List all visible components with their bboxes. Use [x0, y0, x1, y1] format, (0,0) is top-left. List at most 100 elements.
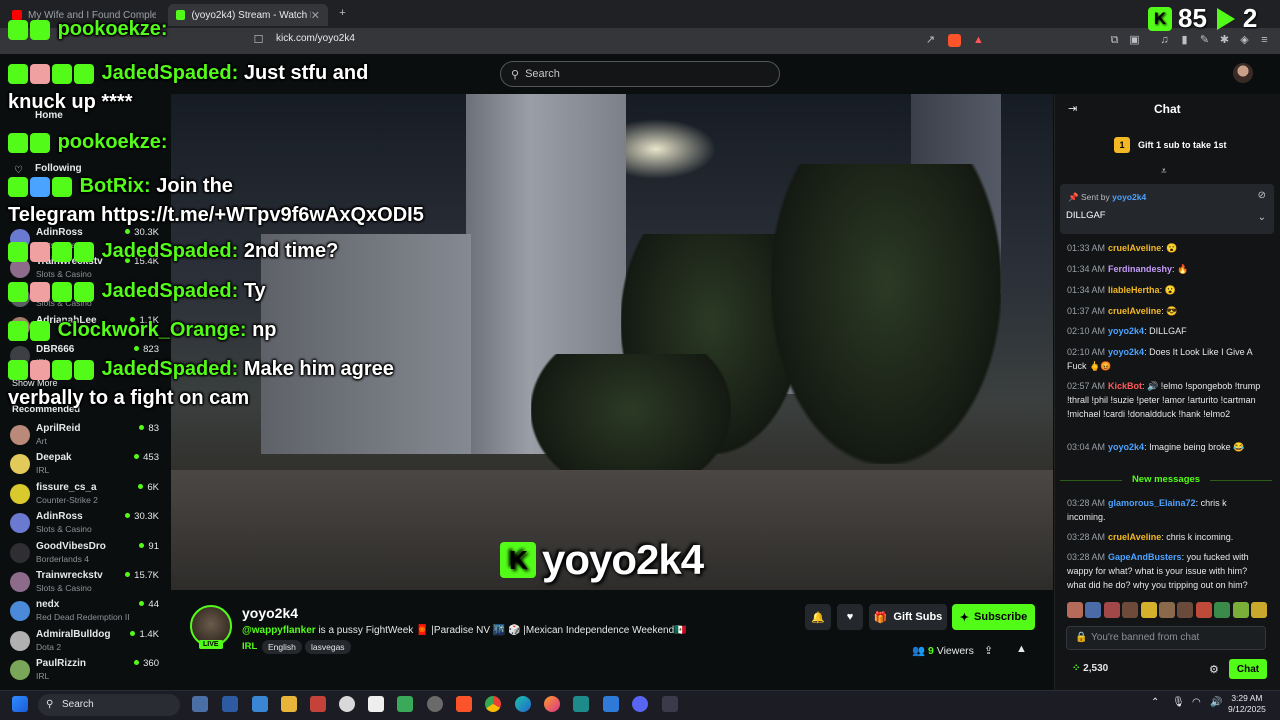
chat-username[interactable]: KickBot [1108, 381, 1142, 391]
chat-username[interactable]: cruelAveline [1108, 306, 1161, 316]
recommended-channel[interactable]: fissure_cs_a Counter-Strike 2 6K [10, 481, 165, 509]
bookmark-icon[interactable]: ☐ [252, 34, 265, 47]
wallet-icon[interactable]: ✎ [1198, 34, 1211, 47]
recommended-channel[interactable]: Deepak IRL 453 [10, 451, 165, 479]
discord-icon[interactable] [632, 696, 648, 712]
browser-tab-kick[interactable]: (yoyo2k4) Stream - Watch Live ✕ [168, 4, 328, 26]
extensions-puzzle-icon[interactable]: ✱ [1218, 34, 1231, 47]
gift-leaderboard[interactable]: 1 Gift 1 sub to take 1st [1114, 137, 1227, 153]
chat-username[interactable]: yoyo2k4 [1108, 326, 1144, 336]
recommended-channel[interactable]: GoodVibesDro Borderlands 4 91 [10, 540, 165, 568]
notification-bell-button[interactable]: 🔔 [805, 604, 831, 630]
taskbar-app-icon[interactable] [222, 696, 238, 712]
chat-username[interactable]: Ferdinandeshy [1108, 264, 1172, 274]
file-explorer-icon[interactable] [281, 696, 297, 712]
chat-username[interactable]: liableHertha [1108, 285, 1160, 295]
settings-gear-icon[interactable]: ⚙ [1209, 663, 1219, 676]
share-icon[interactable]: ⇪ [984, 644, 993, 657]
volume-icon[interactable]: 🔊 [1210, 697, 1222, 708]
sidebar-home[interactable]: Home [35, 110, 63, 121]
user-avatar[interactable] [1233, 63, 1253, 83]
emote-icon[interactable] [1232, 602, 1249, 618]
close-tab-icon[interactable]: ✕ [311, 9, 320, 22]
music-icon[interactable]: ♫ [1158, 34, 1171, 47]
collapse-chat-icon[interactable]: ⇥ [1068, 102, 1077, 115]
taskbar-app-icon[interactable] [310, 696, 326, 712]
emote-icon[interactable] [1122, 602, 1139, 618]
url-field[interactable]: kick.com/yoyo2k4 [276, 33, 355, 44]
chat-username[interactable]: yoyo2k4 [1108, 347, 1144, 357]
taskbar-app-icon[interactable] [662, 696, 678, 712]
recommended-channel[interactable]: Trainwreckstv Slots & Casino 15.7K [10, 569, 165, 597]
chat-username[interactable]: cruelAveline [1108, 532, 1161, 542]
following-channel-3[interactable]: Slots & Casino [10, 284, 165, 312]
taskbar-app-icon[interactable] [427, 696, 443, 712]
emote-icon[interactable] [1085, 602, 1102, 618]
menu-icon[interactable]: ≡ [1258, 34, 1271, 47]
taskbar-app-icon[interactable] [368, 696, 384, 712]
vscode-icon[interactable] [603, 696, 619, 712]
chat-send-button[interactable]: Chat [1229, 659, 1267, 679]
microphone-icon[interactable]: 🎙 [1172, 697, 1185, 708]
emote-icon[interactable] [1195, 602, 1212, 618]
firefox-icon[interactable] [544, 696, 560, 712]
extension-icon[interactable]: ⧉ [1108, 34, 1121, 47]
recommended-channel[interactable]: AprilReid Art 83 [10, 422, 165, 450]
report-icon[interactable]: ▲ [1016, 643, 1027, 655]
edge-icon[interactable] [515, 696, 531, 712]
chat-username[interactable]: glamorous_Elaina72 [1108, 498, 1196, 508]
brave-browser-icon[interactable] [456, 696, 472, 712]
share-icon[interactable]: ↗ [924, 34, 937, 47]
chat-username[interactable]: GapeAndBusters [1108, 552, 1182, 562]
stream-category[interactable]: IRL [242, 641, 257, 652]
vpn-shield-icon[interactable]: ◈ [1238, 34, 1251, 47]
taskbar-app-icon[interactable] [397, 696, 413, 712]
chat-input-banned[interactable]: 🔒 You're banned from chat [1066, 626, 1266, 650]
wifi-icon[interactable]: ◠ [1192, 697, 1201, 708]
taskbar-clock[interactable]: 3:29 AM 9/12/2025 [1228, 693, 1266, 715]
taskbar-app-icon[interactable] [192, 696, 208, 712]
recommended-channel[interactable]: PaulRizzin IRL 360 [10, 657, 165, 685]
emote-icon[interactable] [1250, 602, 1267, 618]
new-tab-icon[interactable]: + [336, 7, 349, 20]
pinned-message[interactable]: 📌 Sent by yoyo2k4 DILLGAF ⊘ ⌄ [1060, 184, 1274, 234]
following-channel-trainwreckstv[interactable]: Trainwreckstv Slots & Casino 15.4K [10, 255, 165, 283]
chat-username[interactable]: cruelAveline [1108, 243, 1161, 253]
taskbar-search[interactable]: ⚲ Search [38, 694, 180, 716]
follow-heart-button[interactable]: ♥ [837, 604, 863, 630]
following-channel-dbr666[interactable]: DBR666 IRL 823 [10, 343, 165, 371]
emote-icon[interactable] [1140, 602, 1157, 618]
emote-icon[interactable] [1067, 602, 1083, 618]
recommended-channel[interactable]: nedx Red Dead Redemption II 44 [10, 598, 165, 626]
emote-icon[interactable] [1103, 602, 1120, 618]
taskbar-app-icon[interactable] [252, 696, 268, 712]
extension-icon-2[interactable]: ▣ [1128, 34, 1141, 47]
title-mention[interactable]: @wappyflanker [242, 625, 316, 636]
video-player[interactable] [171, 94, 1053, 590]
taskbar-app-icon[interactable] [573, 696, 589, 712]
streamer-name[interactable]: yoyo2k4 [242, 605, 298, 621]
chevron-up-icon[interactable]: ⌃ [1151, 697, 1159, 708]
following-channel-adrianahlee[interactable]: AdrianahLee 1.1K [10, 314, 165, 342]
brave-shield-icon[interactable] [948, 34, 961, 47]
chevron-down-icon[interactable]: ⌄ [1258, 212, 1266, 223]
emote-icon[interactable] [1158, 602, 1175, 618]
subscribe-button[interactable]: ✦ Subscribe [952, 604, 1035, 630]
show-more-link[interactable]: Show More [12, 378, 58, 388]
search-input[interactable]: ⚲ Search [500, 61, 780, 87]
gift-subs-button[interactable]: 🎁 Gift Subs [869, 604, 947, 630]
recommended-channel[interactable]: AdmiralBulldog Dota 2 1.4K [10, 628, 165, 656]
channel-points[interactable]: ⁘ 2,530 [1072, 663, 1108, 674]
windows-start-icon[interactable] [12, 696, 28, 712]
chevron-down-icon[interactable]: ⩡ [1161, 166, 1167, 177]
taskbar-app-icon[interactable] [339, 696, 355, 712]
tag-english[interactable]: English [262, 640, 302, 654]
unpin-icon[interactable]: ⊘ [1258, 190, 1266, 201]
brave-rewards-icon[interactable]: ▲ [972, 34, 985, 47]
sidebar-toggle-icon[interactable]: ▮ [1178, 34, 1191, 47]
emote-icon[interactable] [1214, 602, 1231, 618]
chrome-icon[interactable] [485, 696, 501, 712]
sidebar-following[interactable]: Following [35, 163, 82, 174]
emote-icon[interactable] [1177, 602, 1194, 618]
browser-tab-youtube[interactable]: My Wife and I Found Complex Prehi [4, 4, 164, 26]
